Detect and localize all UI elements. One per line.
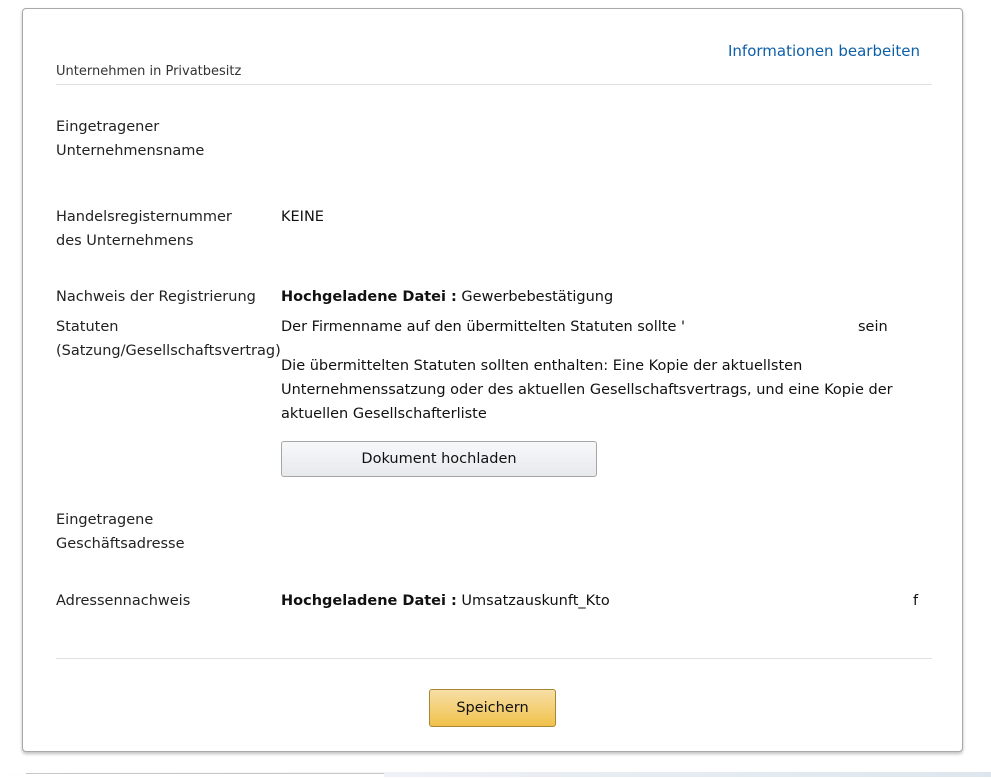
business-info-card: Informationen bearbeiten Unternehmen in …: [22, 8, 963, 752]
edit-information-link[interactable]: Informationen bearbeiten: [728, 42, 920, 60]
upload-document-button[interactable]: Dokument hochladen: [281, 441, 597, 477]
statutes-label: Statuten (Satzung/Gesellschaftsvertrag): [56, 319, 281, 359]
registration-proof-file-name: Gewerbebestätigung: [461, 289, 614, 305]
statutes-notice: Der Firmenname auf den übermittelten Sta…: [281, 319, 685, 335]
registry-number-value: KEINE: [281, 209, 324, 225]
registered-name-label: Eingetragener Unternehmensname: [56, 119, 205, 159]
address-proof-file-name: Umsatzauskunft_Kto: [461, 593, 610, 609]
registration-proof-label: Nachweis der Registrierung: [56, 289, 256, 305]
company-type-label: Unternehmen in Privatbesitz: [56, 64, 242, 79]
statutes-requirements: Die übermittelten Statuten sollten entha…: [281, 358, 893, 422]
statutes-notice-end: sein: [858, 319, 888, 335]
save-button[interactable]: Speichern: [429, 689, 556, 727]
address-proof-label: Adressennachweis: [56, 593, 191, 609]
registered-address-label: Eingetragene Geschäftsadresse: [56, 512, 185, 552]
registration-proof-file-prefix: Hochgeladene Datei :: [281, 289, 457, 305]
bottom-tab-strip: [26, 773, 384, 778]
address-proof-trailing-text: f: [913, 593, 919, 609]
address-proof-value: Hochgeladene Datei : Umsatzauskunft_Kto: [281, 589, 610, 613]
bottom-divider: [56, 658, 932, 659]
registry-number-label: Handelsregisternummer des Unternehmens: [56, 209, 232, 249]
address-proof-file-prefix: Hochgeladene Datei :: [281, 593, 457, 609]
registration-proof-value: Hochgeladene Datei : Gewerbebestätigung: [281, 285, 613, 309]
top-divider: [56, 84, 932, 85]
